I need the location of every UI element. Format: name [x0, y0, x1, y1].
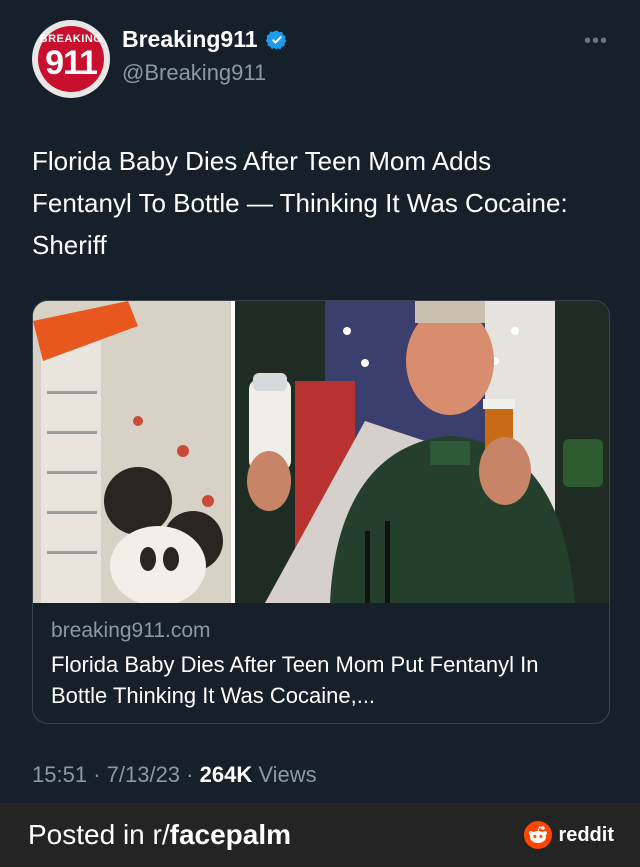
- subreddit-name[interactable]: facepalm: [170, 819, 291, 850]
- tweet-text: Florida Baby Dies After Teen Mom Adds Fe…: [32, 146, 568, 260]
- reddit-brand-label: reddit: [558, 823, 614, 846]
- avatar[interactable]: BREAKING 911: [32, 20, 110, 98]
- evidence-bag-illustration: [33, 301, 231, 603]
- views-label: Views: [258, 762, 317, 787]
- author-handle[interactable]: @Breaking911: [122, 60, 266, 86]
- tweet-meta: 15:51 · 7/13/23 · 264K Views: [32, 762, 317, 788]
- card-image-press-conference: [235, 301, 609, 603]
- meta-separator: ·: [186, 762, 194, 787]
- meta-separator: ·: [93, 762, 101, 787]
- tweet: BREAKING 911 Breaking911 @Breaking911 ••…: [0, 0, 640, 803]
- sheriff-press-conference-illustration: [235, 301, 609, 603]
- card-title: Florida Baby Dies After Teen Mom Put Fen…: [51, 652, 539, 708]
- card-image-evidence-bag: [33, 301, 231, 603]
- reddit-brand: reddit: [524, 821, 614, 849]
- posted-in-text: Posted in r/facepalm: [28, 819, 291, 851]
- verified-badge-icon: [265, 29, 286, 50]
- author-name-row: Breaking911: [122, 26, 288, 53]
- card-image: [33, 301, 609, 603]
- tweet-time[interactable]: 15:51: [32, 762, 87, 787]
- more-dots-icon[interactable]: •••: [584, 30, 608, 53]
- reddit-snoo-icon: [524, 821, 553, 849]
- link-card[interactable]: breaking911.com Florida Baby Dies After …: [32, 300, 610, 724]
- posted-prefix: Posted in r/: [28, 819, 170, 850]
- card-domain: breaking911.com: [51, 619, 211, 642]
- reddit-footer-banner: Posted in r/facepalm reddit: [0, 803, 640, 867]
- display-name[interactable]: Breaking911: [122, 26, 258, 53]
- tweet-date[interactable]: 7/13/23: [107, 762, 180, 787]
- avatar-big-text: 911: [45, 44, 98, 82]
- views-count: 264K: [199, 762, 253, 787]
